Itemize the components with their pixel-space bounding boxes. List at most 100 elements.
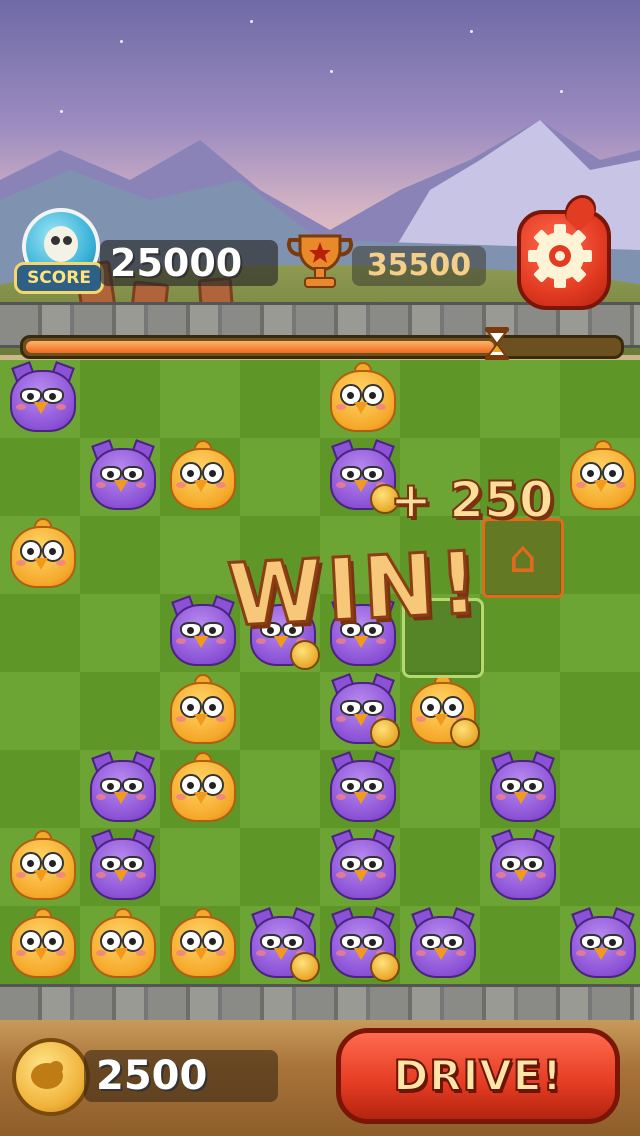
board-cell[interactable] — [0, 438, 80, 516]
board-cell[interactable] — [560, 360, 640, 438]
pupil — [449, 939, 456, 946]
timer-fill — [26, 341, 494, 353]
board-cell[interactable] — [400, 828, 480, 906]
yellow-bird[interactable] — [324, 358, 396, 432]
cheek — [176, 638, 186, 644]
beak — [514, 870, 528, 882]
board-cell[interactable] — [240, 438, 320, 516]
yellow-bird[interactable] — [164, 670, 236, 744]
beak — [34, 870, 48, 882]
board-cell[interactable] — [240, 750, 320, 828]
pupil — [369, 392, 376, 399]
board-cell[interactable] — [560, 594, 640, 672]
board-cell[interactable] — [480, 360, 560, 438]
purple-bird[interactable] — [84, 751, 156, 822]
purple-bird[interactable] — [324, 751, 396, 822]
purple-bird[interactable] — [484, 751, 556, 822]
pupil — [129, 783, 136, 790]
cheek — [216, 638, 226, 644]
board-cell[interactable] — [80, 672, 160, 750]
cheek — [176, 716, 186, 722]
beak — [514, 792, 528, 804]
pupil — [427, 939, 434, 946]
board-cell[interactable] — [80, 360, 160, 438]
purple-bird[interactable] — [324, 439, 400, 514]
board-cell[interactable] — [560, 750, 640, 828]
drive-button[interactable]: DRIVE! — [336, 1028, 620, 1124]
purple-bird[interactable] — [84, 829, 156, 900]
yellow-bird[interactable] — [564, 436, 636, 510]
pupil — [369, 939, 376, 946]
board-cell[interactable] — [160, 360, 240, 438]
board-cell[interactable] — [400, 360, 480, 438]
board-cell[interactable] — [480, 672, 560, 750]
purple-bird[interactable] — [84, 439, 156, 510]
purple-bird[interactable] — [564, 907, 636, 978]
board-cell[interactable] — [560, 516, 640, 594]
purple-bird[interactable] — [324, 829, 396, 900]
pupil — [187, 938, 194, 945]
board-cell[interactable] — [160, 828, 240, 906]
bird-face — [44, 226, 78, 262]
purple-bird[interactable] — [4, 361, 76, 432]
board-cell[interactable] — [240, 672, 320, 750]
cheek — [336, 404, 346, 410]
pupil — [209, 782, 216, 789]
board-cell[interactable] — [0, 672, 80, 750]
board-cell[interactable] — [480, 906, 560, 984]
cheek — [56, 560, 66, 566]
bird-body — [490, 760, 556, 822]
purple-bird[interactable] — [164, 595, 236, 666]
beak — [594, 480, 608, 492]
purple-bird[interactable] — [404, 907, 476, 978]
cheek — [56, 404, 66, 410]
yellow-bird[interactable] — [4, 904, 76, 978]
purple-bird[interactable] — [484, 829, 556, 900]
yellow-bird[interactable] — [4, 514, 76, 588]
bird-body — [170, 604, 236, 666]
purple-bird[interactable] — [324, 907, 400, 982]
yellow-bird[interactable] — [164, 436, 236, 510]
settings-button[interactable] — [517, 188, 611, 310]
eye — [51, 236, 60, 245]
board-cell[interactable] — [0, 594, 80, 672]
pupil — [369, 705, 376, 712]
beak — [354, 792, 368, 804]
cheek — [136, 794, 146, 800]
coin-badge — [290, 640, 320, 670]
board-cell[interactable] — [240, 360, 320, 438]
pupil — [27, 548, 34, 555]
board-cell[interactable] — [400, 750, 480, 828]
cheek — [536, 872, 546, 878]
pupil — [107, 938, 114, 945]
beak — [114, 480, 128, 492]
cheek — [216, 794, 226, 800]
board-cell[interactable] — [0, 750, 80, 828]
pupil — [49, 548, 56, 555]
beak — [194, 714, 208, 726]
board-cell[interactable] — [480, 594, 560, 672]
purple-bird[interactable] — [244, 907, 320, 982]
yellow-bird[interactable] — [84, 904, 156, 978]
cheek — [216, 716, 226, 722]
cheek — [336, 950, 346, 956]
yellow-bird[interactable] — [4, 826, 76, 900]
board-cell[interactable] — [80, 594, 160, 672]
yellow-bird[interactable] — [164, 748, 236, 822]
star — [470, 30, 473, 33]
yellow-bird[interactable] — [164, 904, 236, 978]
board-cell[interactable] — [560, 672, 640, 750]
board-cell[interactable] — [240, 828, 320, 906]
board-cell[interactable] — [560, 828, 640, 906]
yellow-bird[interactable] — [404, 670, 480, 748]
pupil — [529, 783, 536, 790]
purple-bird[interactable] — [324, 673, 400, 748]
coin-count: 2500 — [84, 1050, 278, 1102]
game-board[interactable] — [0, 358, 640, 984]
pupil — [49, 393, 56, 400]
best-score: 35500 — [352, 246, 486, 286]
beak — [594, 948, 608, 960]
beak — [34, 558, 48, 570]
beak — [114, 792, 128, 804]
board-cell[interactable] — [80, 516, 160, 594]
